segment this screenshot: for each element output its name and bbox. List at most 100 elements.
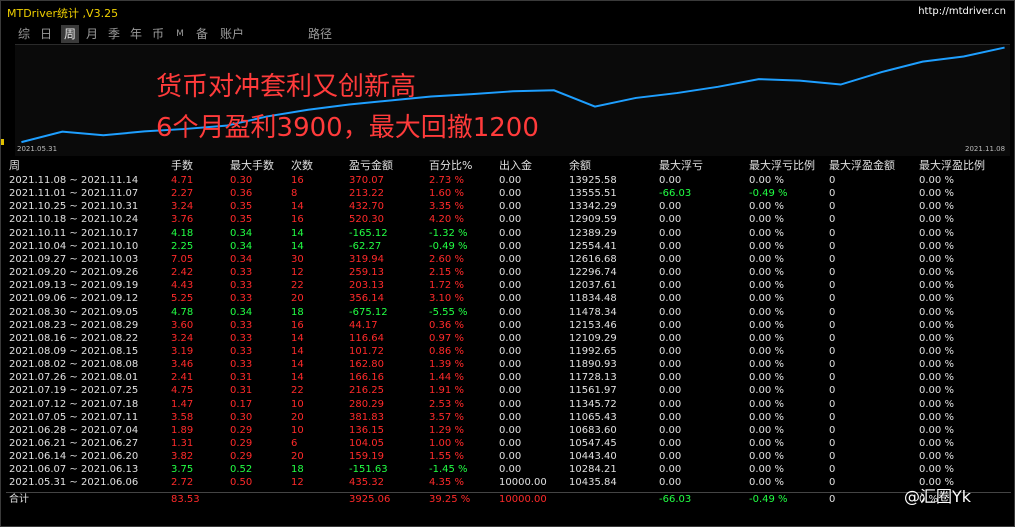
table-row[interactable]: 2021.06.21 ~ 2021.06.27 1.31 0.29 6 104.05 1.… — [6, 437, 1011, 451]
cell-lots: 3.24 — [171, 332, 194, 344]
cell-lots: 4.43 — [171, 280, 194, 292]
table-row[interactable]: 2021.07.26 ~ 2021.08.01 2.41 0.31 14 166.16 1… — [6, 371, 1011, 385]
table-row[interactable]: 2021.10.25 ~ 2021.10.31 3.24 0.35 14 432.70 3… — [6, 200, 1011, 214]
cell-deposit: 出入金 — [499, 159, 532, 172]
cell-max-float-loss-pct: 0.00 % — [749, 332, 784, 344]
tab-quarter[interactable]: 季 — [105, 25, 123, 43]
tab-week[interactable]: 周 — [61, 25, 79, 43]
table-row[interactable]: 2021.07.12 ~ 2021.07.18 1.47 0.17 10 280.29 2… — [6, 398, 1011, 412]
cell-percent: 2.15 % — [429, 267, 464, 279]
cell-period: 2021.08.09 ~ 2021.08.15 — [9, 345, 139, 357]
cell-max-lots: 0.33 — [230, 280, 253, 292]
table-row[interactable]: 2021.07.05 ~ 2021.07.11 3.58 0.30 20 381.83 3… — [6, 411, 1011, 425]
table-total-row[interactable]: 合计 83.53 3925.06 39.25 % 10000.00 -66.03 -0.49… — [6, 491, 1011, 506]
table-row[interactable]: 2021.08.16 ~ 2021.08.22 3.24 0.33 14 116.64 0… — [6, 332, 1011, 346]
table-row[interactable]: 2021.09.20 ~ 2021.09.26 2.42 0.33 12 259.13 2… — [6, 266, 1011, 280]
cell-balance: 13555.51 — [569, 188, 617, 200]
cell-period: 2021.08.30 ~ 2021.09.05 — [9, 306, 139, 318]
cell-lots: 2.42 — [171, 267, 194, 279]
table-row[interactable]: 2021.08.02 ~ 2021.08.08 3.46 0.33 14 162.80 1… — [6, 358, 1011, 372]
tab-year[interactable]: 年 — [127, 25, 145, 43]
tab-notes[interactable]: 备 — [193, 25, 211, 43]
tab-account[interactable]: 账户 — [217, 25, 247, 43]
table-row[interactable]: 2021.10.18 ~ 2021.10.24 3.76 0.35 16 520.30 4… — [6, 213, 1011, 227]
cell-balance: 11478.34 — [569, 306, 617, 318]
table-row[interactable]: 2021.06.28 ~ 2021.07.04 1.89 0.29 10 136.15 1… — [6, 424, 1011, 438]
tab-month[interactable]: 月 — [83, 25, 101, 43]
cell-max-float-loss: 0.00 — [659, 424, 682, 436]
cell-deposit: 10000.00 — [499, 493, 547, 505]
period-tab-bar: 综 日 周 月 季 年 币 M 备 账户 路径 — [1, 25, 1014, 43]
cell-lots: 4.18 — [171, 227, 194, 239]
cell-max-float-loss-pct: 0.00 % — [749, 438, 784, 449]
cell-lots: 3.24 — [171, 201, 194, 213]
cell-max-float-profit-pct: 0.00 % — [919, 240, 954, 252]
cell-pnl: -675.12 — [349, 306, 388, 318]
cell-max-float-loss-pct: 0.00 % — [749, 464, 784, 476]
cell-percent: 百分比% — [429, 159, 473, 172]
table-row[interactable]: 2021.10.11 ~ 2021.10.17 4.18 0.34 14 -165.12… — [6, 227, 1011, 241]
cell-max-float-loss-pct: 0.00 % — [749, 424, 784, 436]
cell-trades: 10 — [291, 398, 304, 410]
cell-deposit: 0.00 — [499, 253, 522, 265]
cell-lots: 7.05 — [171, 253, 194, 265]
cell-max-lots: 0.36 — [230, 188, 253, 200]
table-row[interactable]: 2021.11.08 ~ 2021.11.14 4.71 0.30 16 370.07 2… — [6, 174, 1011, 188]
cell-percent: 1.00 % — [429, 438, 464, 449]
cell-max-float-profit: 0 — [829, 188, 836, 200]
table-row[interactable]: 2021.08.09 ~ 2021.08.15 3.19 0.33 14 101.72 0… — [6, 345, 1011, 359]
table-header[interactable]: 周 手数 最大手数 次数 盈亏金额 百分比% 出入金 余额 最大浮亏 最大浮亏比例 最大浮盈金额 最大… — [6, 159, 1011, 173]
tab-path[interactable]: 路径 — [305, 25, 335, 43]
cell-period: 合计 — [9, 493, 29, 505]
cell-max-float-loss: 0.00 — [659, 214, 682, 226]
cell-deposit: 0.00 — [499, 451, 522, 463]
cell-balance: 12389.29 — [569, 227, 617, 239]
tab-currency[interactable]: 币 — [149, 25, 167, 43]
cell-pnl: 116.64 — [349, 332, 384, 344]
cell-max-float-profit-pct: 0.00 % — [919, 227, 954, 239]
cell-max-float-profit-pct: 0.00 % — [919, 345, 954, 357]
table-row[interactable]: 2021.11.01 ~ 2021.11.07 2.27 0.36 8 213.22 1.… — [6, 187, 1011, 201]
table-row[interactable]: 2021.09.13 ~ 2021.09.19 4.43 0.33 22 203.13 1… — [6, 279, 1011, 293]
table-row[interactable]: 2021.06.07 ~ 2021.06.13 3.75 0.52 18 -151.63… — [6, 463, 1011, 477]
cell-max-float-loss-pct: 0.00 % — [749, 267, 784, 279]
cell-max-float-loss: 0.00 — [659, 253, 682, 265]
cell-max-float-loss: 0.00 — [659, 201, 682, 213]
title-bar: MTDriver统计 ,V3.25 http://mtdriver.cn — [1, 1, 1014, 23]
table-row[interactable]: 2021.09.27 ~ 2021.10.03 7.05 0.34 30 319.94 2… — [6, 253, 1011, 267]
cell-pnl: 162.80 — [349, 359, 384, 371]
table-row[interactable]: 2021.07.19 ~ 2021.07.25 4.75 0.31 22 216.25 1… — [6, 384, 1011, 398]
cell-max-float-loss: 0.00 — [659, 227, 682, 239]
chart-left-marker — [1, 139, 4, 145]
tab-summary[interactable]: 综 — [15, 25, 33, 43]
cell-percent: 2.53 % — [429, 398, 464, 410]
chart-start-date: 2021.05.31 — [17, 145, 58, 153]
cell-max-lots: 0.33 — [230, 319, 253, 331]
tab-m[interactable]: M — [173, 25, 187, 43]
table-row[interactable]: 2021.08.23 ~ 2021.08.29 3.60 0.33 16 44.17 0.… — [6, 319, 1011, 333]
cell-max-float-loss: 0.00 — [659, 293, 682, 305]
cell-balance: 12296.74 — [569, 267, 617, 279]
cell-deposit: 0.00 — [499, 385, 522, 397]
cell-lots: 2.27 — [171, 188, 194, 200]
cell-period: 2021.05.31 ~ 2021.06.06 — [9, 477, 139, 489]
cell-period: 2021.09.13 ~ 2021.09.19 — [9, 280, 139, 292]
tab-day[interactable]: 日 — [37, 25, 55, 43]
cell-period: 2021.08.16 ~ 2021.08.22 — [9, 332, 139, 344]
cell-deposit: 0.00 — [499, 201, 522, 213]
cell-balance: 12037.61 — [569, 280, 617, 292]
cell-max-float-profit: 0 — [829, 398, 836, 410]
table-row[interactable]: 2021.05.31 ~ 2021.06.06 2.72 0.50 12 435.32 4… — [6, 476, 1011, 490]
cell-pnl: 432.70 — [349, 201, 384, 213]
table-row[interactable]: 2021.06.14 ~ 2021.06.20 3.82 0.29 20 159.19 1… — [6, 450, 1011, 464]
cell-max-float-profit: 0 — [829, 385, 836, 397]
cell-max-float-profit: 0 — [829, 451, 836, 463]
cell-max-float-loss-pct: 0.00 % — [749, 385, 784, 397]
cell-max-float-loss-pct: 0.00 % — [749, 477, 784, 489]
cell-max-float-profit-pct: 0.00 % — [919, 385, 954, 397]
table-row[interactable]: 2021.10.04 ~ 2021.10.10 2.25 0.34 14 -62.27 -… — [6, 240, 1011, 254]
table-row[interactable]: 2021.09.06 ~ 2021.09.12 5.25 0.33 20 356.14 3… — [6, 292, 1011, 306]
cell-deposit: 0.00 — [499, 345, 522, 357]
table-row[interactable]: 2021.08.30 ~ 2021.09.05 4.78 0.34 18 -675.12… — [6, 306, 1011, 320]
app-url-link[interactable]: http://mtdriver.cn — [918, 6, 1006, 17]
